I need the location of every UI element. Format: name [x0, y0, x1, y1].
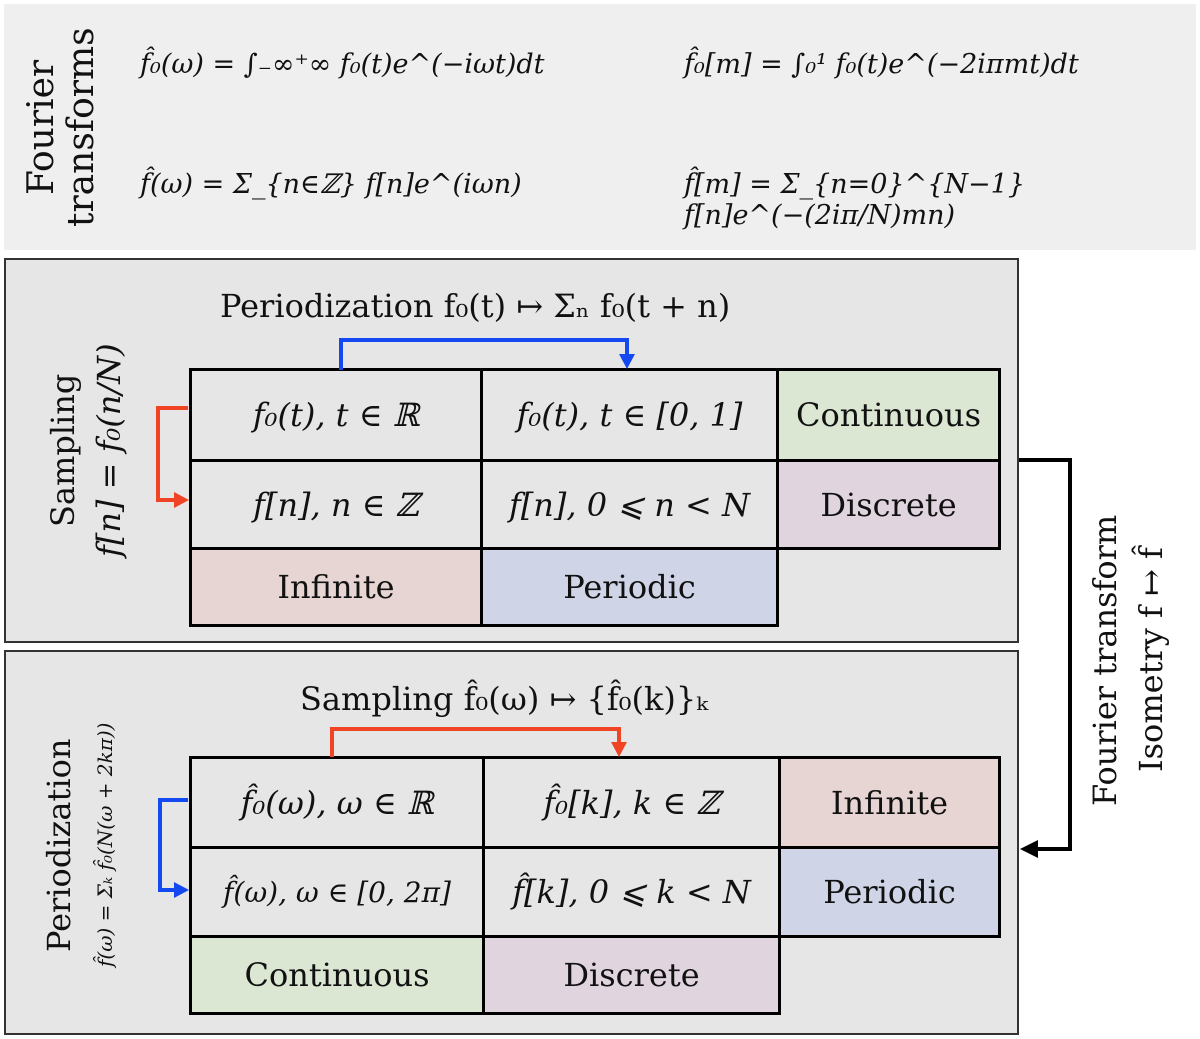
- periodization-arrow: [339, 338, 635, 370]
- freq-periodization-arrow: [158, 798, 189, 898]
- fourier-transform-arrow: [1019, 458, 1072, 858]
- sampling-arrow: [156, 406, 189, 508]
- freq-sampling-arrow: [330, 727, 627, 757]
- arrows-layer: [156, 338, 1072, 898]
